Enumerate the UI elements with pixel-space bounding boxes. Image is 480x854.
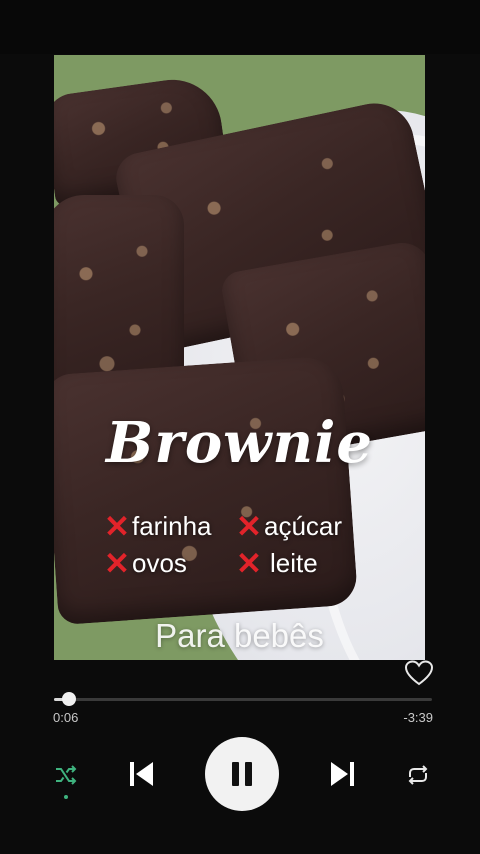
previous-button[interactable] bbox=[122, 755, 160, 793]
previous-icon bbox=[130, 762, 153, 786]
progress-thumb[interactable] bbox=[62, 692, 77, 706]
ingredient-item: ✕ ovos bbox=[102, 545, 234, 582]
remaining-time: -3:39 bbox=[403, 710, 433, 725]
cross-mark-icon: ✕ bbox=[236, 509, 262, 544]
ingredient-label: ovos bbox=[132, 548, 187, 578]
ingredient-item: ✕ açúcar bbox=[234, 508, 342, 545]
shuffle-icon bbox=[56, 765, 77, 785]
ingredient-item: ✕ leite bbox=[234, 545, 318, 582]
ingredient-item: ✕ farinha bbox=[102, 508, 234, 545]
video-player[interactable]: Brownie ✕ farinha ✕ açúcar ✕ ovos ✕ leit… bbox=[54, 55, 425, 660]
elapsed-time: 0:06 bbox=[53, 710, 79, 725]
ingredients-list: ✕ farinha ✕ açúcar ✕ ovos ✕ leite bbox=[102, 508, 402, 582]
ingredient-label: farinha bbox=[132, 511, 212, 541]
top-status-area bbox=[0, 0, 480, 54]
next-button[interactable] bbox=[324, 755, 362, 793]
brownie-piece bbox=[54, 354, 359, 626]
shuffle-button[interactable] bbox=[51, 760, 81, 790]
ingredient-label: leite bbox=[270, 548, 318, 578]
video-subtitle: Para bebês bbox=[155, 617, 324, 654]
heart-icon[interactable] bbox=[404, 659, 434, 687]
video-title: Brownie bbox=[105, 410, 373, 476]
ingredients-row: ✕ ovos ✕ leite bbox=[102, 545, 402, 582]
cross-mark-icon: ✕ bbox=[104, 509, 130, 544]
shuffle-active-indicator bbox=[64, 795, 68, 799]
repeat-icon bbox=[408, 765, 428, 785]
pause-button[interactable] bbox=[205, 737, 279, 811]
next-icon bbox=[331, 762, 354, 786]
progress-bar[interactable] bbox=[54, 692, 432, 706]
ingredient-label: açúcar bbox=[264, 511, 343, 541]
repeat-button[interactable] bbox=[403, 760, 433, 790]
cross-mark-icon: ✕ bbox=[236, 546, 262, 581]
ingredients-row: ✕ farinha ✕ açúcar bbox=[102, 508, 402, 545]
cross-mark-icon: ✕ bbox=[104, 546, 130, 581]
pause-icon bbox=[232, 762, 252, 786]
